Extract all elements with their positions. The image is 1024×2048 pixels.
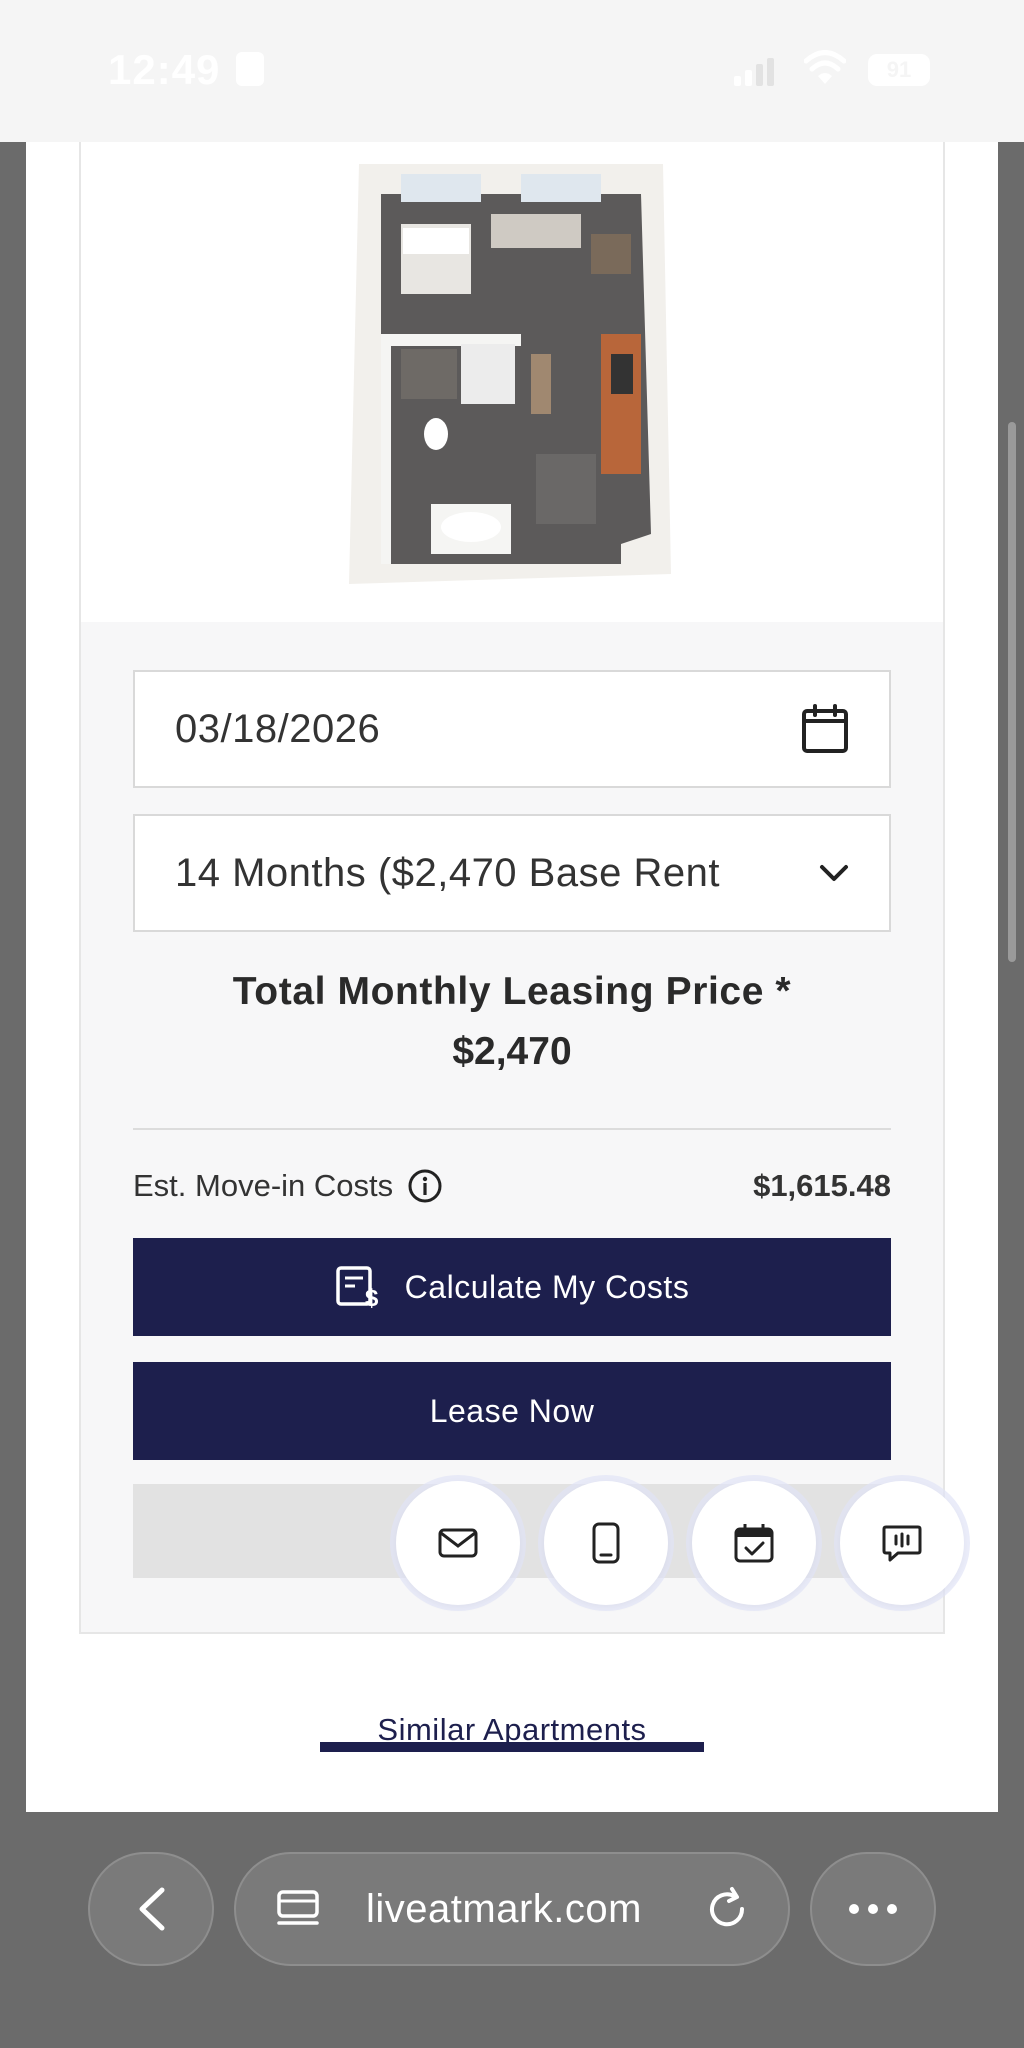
price-value: $2,470 [452, 1030, 572, 1073]
receipt-dollar-icon: $ [335, 1266, 379, 1309]
chat-icon [882, 1525, 922, 1562]
wifi-icon [804, 50, 846, 84]
web-page: 03/18/2026 14 Months ($2,470 Base Rent T… [26, 142, 998, 1812]
signal-icon [734, 58, 774, 86]
more-icon [849, 1904, 897, 1914]
floorplan-area [81, 142, 943, 622]
move-in-costs-label: Est. Move-in Costs [133, 1168, 443, 1204]
address-bar[interactable]: liveatmark.com [234, 1852, 790, 1966]
tabs-icon[interactable] [276, 1889, 320, 1929]
move-in-costs-text: Est. Move-in Costs [133, 1168, 394, 1203]
lease-term-select[interactable]: 14 Months ($2,470 Base Rent [133, 814, 891, 932]
url-text: liveatmark.com [366, 1886, 642, 1931]
email-button[interactable] [396, 1481, 520, 1605]
svg-text:$: $ [365, 1285, 379, 1309]
calculate-costs-label: Calculate My Costs [404, 1268, 690, 1305]
leasing-details: 03/18/2026 14 Months ($2,470 Base Rent T… [81, 622, 943, 1632]
status-time: 12:49 [108, 46, 221, 93]
back-button[interactable] [88, 1852, 214, 1966]
info-icon[interactable] [407, 1168, 443, 1204]
lease-term-value: 14 Months ($2,470 Base Rent [175, 850, 720, 895]
price-heading: Total Monthly Leasing Price * [232, 970, 792, 1013]
lease-now-label: Lease Now [429, 1392, 595, 1429]
schedule-tour-button[interactable] [692, 1481, 816, 1605]
more-options-button[interactable] [810, 1852, 936, 1966]
calendar-icon[interactable] [801, 704, 849, 754]
divider [133, 1128, 891, 1130]
move-in-date-value: 03/18/2026 [175, 706, 381, 751]
floorplan-image[interactable] [341, 154, 681, 594]
unit-card: 03/18/2026 14 Months ($2,470 Base Rent T… [79, 142, 945, 1634]
calendar-check-icon [734, 1524, 774, 1563]
person-icon [236, 52, 264, 86]
email-icon [438, 1528, 478, 1558]
chat-button[interactable] [840, 1481, 964, 1605]
chevron-left-icon [139, 1887, 165, 1931]
active-tab-indicator [320, 1742, 704, 1752]
move-in-costs-value: $1,615.48 [753, 1168, 891, 1203]
status-bar: 12:49 91 [0, 0, 1024, 142]
scrollbar[interactable] [1008, 422, 1016, 962]
calculate-costs-button[interactable]: $ Calculate My Costs [133, 1238, 891, 1336]
browser-toolbar: liveatmark.com [0, 1812, 1024, 2048]
lease-now-button[interactable]: Lease Now [133, 1362, 891, 1460]
battery-indicator: 91 [868, 54, 930, 86]
chevron-down-icon [820, 865, 848, 881]
move-in-date-field[interactable]: 03/18/2026 [133, 670, 891, 788]
phone-button[interactable] [544, 1481, 668, 1605]
phone-icon [592, 1522, 620, 1564]
reload-icon[interactable] [704, 1886, 750, 1932]
